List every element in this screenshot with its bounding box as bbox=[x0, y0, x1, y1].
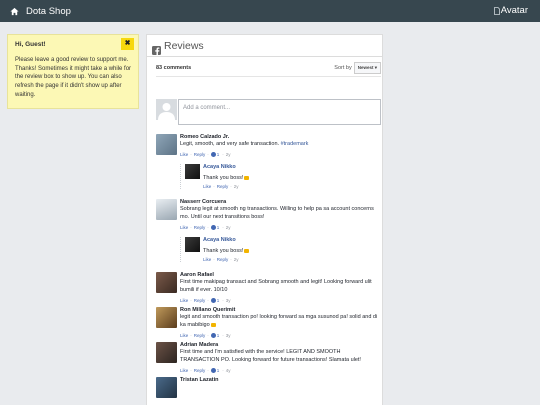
thumbs-up-icon bbox=[210, 152, 216, 158]
reply-link[interactable]: Reply bbox=[217, 184, 229, 189]
comments-plugin: 83 comments Sort by Newest ▾ Add a comme… bbox=[156, 62, 381, 402]
reply-time[interactable]: 2y bbox=[234, 184, 239, 189]
notice-close-button[interactable]: ✖ bbox=[121, 38, 134, 50]
like-link[interactable]: Like bbox=[180, 152, 188, 157]
comment-list: Romeo Calzado Jr. Legit, smooth, and ver… bbox=[156, 134, 381, 399]
avatar[interactable] bbox=[156, 199, 177, 221]
like-link[interactable]: Like bbox=[180, 333, 188, 338]
avatar[interactable] bbox=[156, 307, 177, 329]
divider bbox=[147, 56, 382, 57]
comment-item: Tristan Lazatin bbox=[156, 377, 381, 399]
comment-time[interactable]: 3y bbox=[226, 333, 231, 338]
comment-author[interactable]: Adrian Madera bbox=[180, 342, 381, 348]
like-link[interactable]: Like bbox=[180, 368, 188, 373]
hashtag-link[interactable]: #trademark bbox=[281, 141, 309, 147]
like-count: 1 bbox=[216, 152, 220, 158]
reply-item: Acaya Nikko Thank you boss! Like · Reply ·… bbox=[180, 164, 381, 190]
comment-time[interactable]: 2y bbox=[226, 225, 231, 230]
comment-count: 83 comments bbox=[156, 65, 192, 71]
guest-notice: ✖ Hi, Guest! Please leave a good review … bbox=[7, 34, 139, 109]
comment-author[interactable]: Romeo Calzado Jr. bbox=[180, 134, 381, 140]
sort-dropdown[interactable]: Newest ▾ bbox=[353, 62, 381, 74]
like-link[interactable]: Like bbox=[180, 225, 188, 230]
reviews-panel: Reviews 83 comments Sort by Newest ▾ Add… bbox=[146, 34, 383, 405]
avatar[interactable] bbox=[156, 272, 177, 294]
notice-title: Hi, Guest! bbox=[15, 41, 46, 48]
comment-item: Nasserr Corcuera Sobrang legit at smooth… bbox=[156, 199, 381, 268]
avatar[interactable] bbox=[156, 134, 177, 155]
broken-image-icon bbox=[493, 6, 500, 15]
user-avatar-menu[interactable]: Avatar bbox=[493, 5, 528, 16]
comment-author[interactable]: Nasserr Corcuera bbox=[180, 199, 381, 205]
guest-avatar bbox=[156, 99, 177, 120]
like-count: 1 bbox=[216, 333, 220, 339]
reply-author[interactable]: Acaya Nikko bbox=[203, 164, 249, 170]
reviews-title: Reviews bbox=[164, 40, 204, 52]
like-count: 1 bbox=[216, 298, 220, 304]
thumbs-up-icon bbox=[210, 298, 216, 304]
like-count: 1 bbox=[216, 368, 220, 374]
comment-text: First time makipag transact and Sobrang … bbox=[180, 279, 372, 294]
comment-text: Sobrang legit at smooth ng transactions.… bbox=[180, 206, 374, 221]
smiley-emoji-icon bbox=[244, 248, 250, 253]
reply-link[interactable]: Reply bbox=[194, 152, 206, 157]
comment-text: First time and I'm satisfied with the se… bbox=[180, 349, 361, 364]
notice-body: Please leave a good review to support me… bbox=[15, 57, 132, 98]
reply-link[interactable]: Reply bbox=[194, 298, 206, 303]
comment-input[interactable]: Add a comment... bbox=[178, 99, 381, 125]
comment-time[interactable]: 4y bbox=[226, 368, 231, 373]
thumbs-up-icon bbox=[210, 225, 216, 231]
reply-link[interactable]: Reply bbox=[194, 368, 206, 373]
comment-item: Ron Millano Querimit legit and smooth tr… bbox=[156, 307, 381, 339]
facebook-square-icon bbox=[152, 42, 161, 55]
like-link[interactable]: Like bbox=[203, 184, 211, 189]
smiley-emoji-icon bbox=[244, 175, 250, 180]
sort-label: Sort by bbox=[334, 65, 352, 71]
brand-label: Dota Shop bbox=[26, 5, 71, 17]
comment-item: Adrian Madera First time and I'm satisfi… bbox=[156, 342, 381, 374]
avatar[interactable] bbox=[156, 342, 177, 364]
reply-link[interactable]: Reply bbox=[194, 333, 206, 338]
comment-author[interactable]: Tristan Lazatin bbox=[180, 377, 381, 383]
thumbs-up-icon bbox=[210, 333, 216, 339]
home-icon bbox=[10, 7, 19, 16]
reply-author[interactable]: Acaya Nikko bbox=[203, 237, 249, 243]
comment-text: legit and smooth transaction po! looking… bbox=[180, 314, 378, 329]
like-link[interactable]: Like bbox=[180, 298, 188, 303]
avatar[interactable] bbox=[185, 237, 200, 253]
comment-item: Romeo Calzado Jr. Legit, smooth, and ver… bbox=[156, 134, 381, 195]
reply-text: Thank you boss! bbox=[203, 175, 244, 182]
comment-text: Legit, smooth, and very safe transaction… bbox=[180, 141, 280, 148]
reply-text: Thank you boss! bbox=[203, 248, 244, 255]
avatar-label: Avatar bbox=[500, 5, 528, 16]
smiley-emoji-icon bbox=[210, 322, 216, 327]
top-navbar: Dota Shop Avatar bbox=[0, 0, 540, 22]
like-count: 1 bbox=[216, 225, 220, 231]
reply-item: Acaya Nikko Thank you boss! Like · Reply ·… bbox=[180, 237, 381, 263]
comment-item: Aaron Rafael First time makipag transact… bbox=[156, 272, 381, 304]
thumbs-up-icon bbox=[210, 368, 216, 374]
reply-time[interactable]: 2y bbox=[234, 257, 239, 262]
brand-link[interactable]: Dota Shop bbox=[10, 6, 71, 17]
like-link[interactable]: Like bbox=[203, 257, 211, 262]
comment-author[interactable]: Ron Millano Querimit bbox=[180, 307, 381, 313]
divider bbox=[156, 76, 381, 77]
reply-link[interactable]: Reply bbox=[194, 225, 206, 230]
reply-link[interactable]: Reply bbox=[217, 257, 229, 262]
comment-time[interactable]: 2y bbox=[226, 152, 231, 157]
comment-author[interactable]: Aaron Rafael bbox=[180, 272, 381, 278]
avatar[interactable] bbox=[156, 377, 177, 399]
avatar[interactable] bbox=[185, 164, 200, 180]
comment-time[interactable]: 3y bbox=[226, 298, 231, 303]
